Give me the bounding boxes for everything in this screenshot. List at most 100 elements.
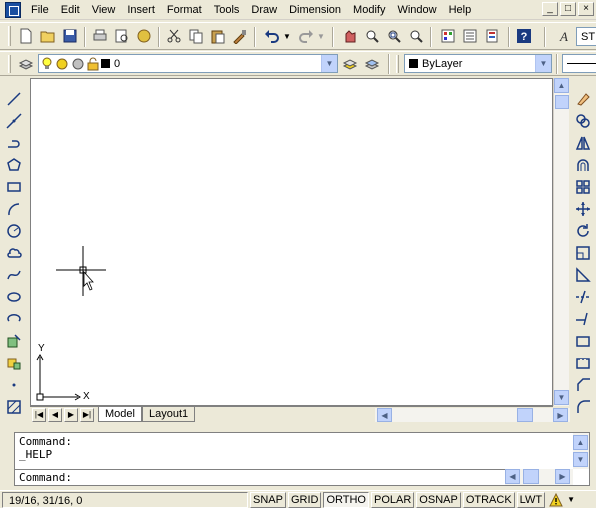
polyline-icon[interactable] bbox=[4, 133, 24, 153]
open-icon[interactable] bbox=[38, 26, 58, 46]
design-center-icon[interactable] bbox=[460, 26, 480, 46]
cut-icon[interactable] bbox=[164, 26, 184, 46]
match-properties-icon[interactable] bbox=[230, 26, 250, 46]
offset-icon[interactable] bbox=[573, 155, 593, 175]
menu-edit[interactable]: Edit bbox=[55, 0, 86, 20]
array-icon[interactable] bbox=[573, 177, 593, 197]
layer-manager-icon[interactable] bbox=[16, 54, 36, 74]
chamfer-icon[interactable] bbox=[573, 375, 593, 395]
menu-tools[interactable]: Tools bbox=[208, 0, 246, 20]
copy-object-icon[interactable] bbox=[573, 111, 593, 131]
point-icon[interactable] bbox=[4, 375, 24, 395]
vertical-scrollbar[interactable]: ▲ ▼ bbox=[553, 78, 569, 406]
toolbar-grip[interactable] bbox=[8, 55, 11, 73]
menu-draw[interactable]: Draw bbox=[245, 0, 283, 20]
mirror-icon[interactable] bbox=[573, 133, 593, 153]
drawing-canvas[interactable]: Y X bbox=[30, 78, 553, 406]
horizontal-scrollbar[interactable]: ◀ ▶ bbox=[375, 408, 570, 422]
revision-cloud-icon[interactable] bbox=[4, 243, 24, 263]
copy-icon[interactable] bbox=[186, 26, 206, 46]
last-tab-icon[interactable]: ▶| bbox=[80, 407, 94, 422]
scroll-right-arrow-icon[interactable]: ▶ bbox=[555, 469, 570, 484]
insert-block-icon[interactable] bbox=[4, 331, 24, 351]
command-line-input[interactable]: Command: bbox=[15, 469, 505, 485]
status-menu-chevron-icon[interactable]: ▼ bbox=[567, 495, 575, 504]
circle-icon[interactable] bbox=[4, 221, 24, 241]
trim-icon[interactable] bbox=[573, 287, 593, 307]
break-icon[interactable] bbox=[573, 331, 593, 351]
chevron-down-icon[interactable]: ▼ bbox=[321, 55, 337, 72]
minimize-button[interactable]: _ bbox=[542, 2, 558, 16]
join-icon[interactable] bbox=[573, 353, 593, 373]
menu-help[interactable]: Help bbox=[443, 0, 478, 20]
scroll-thumb[interactable] bbox=[523, 469, 539, 484]
redo-icon[interactable] bbox=[296, 26, 316, 46]
menu-file[interactable]: File bbox=[25, 0, 55, 20]
erase-icon[interactable] bbox=[573, 89, 593, 109]
toolbar-grip[interactable] bbox=[396, 55, 399, 73]
menu-insert[interactable]: Insert bbox=[121, 0, 161, 20]
scroll-thumb[interactable] bbox=[517, 408, 533, 422]
save-icon[interactable] bbox=[60, 26, 80, 46]
command-vertical-scrollbar[interactable]: ▲ ▼ bbox=[573, 433, 589, 469]
scroll-down-arrow-icon[interactable]: ▼ bbox=[554, 390, 569, 405]
next-tab-icon[interactable]: ▶ bbox=[64, 407, 78, 422]
hatch-icon[interactable] bbox=[4, 397, 24, 417]
arc-icon[interactable] bbox=[4, 199, 24, 219]
toolbar-grip[interactable] bbox=[8, 26, 11, 46]
color-combo[interactable]: ByLayer ▼ bbox=[404, 54, 552, 73]
publish-icon[interactable] bbox=[134, 26, 154, 46]
undo-icon[interactable] bbox=[262, 26, 282, 46]
tab-layout1[interactable]: Layout1 bbox=[141, 407, 196, 422]
text-style-icon[interactable]: A bbox=[554, 26, 574, 46]
construction-line-icon[interactable] bbox=[4, 111, 24, 131]
undo-dropdown-icon[interactable]: ▼ bbox=[282, 26, 292, 46]
snap-toggle[interactable]: SNAP bbox=[250, 491, 286, 508]
ortho-toggle[interactable]: ORTHO bbox=[323, 491, 369, 508]
first-tab-icon[interactable]: |◀ bbox=[32, 407, 46, 422]
previous-tab-icon[interactable]: ◀ bbox=[48, 407, 62, 422]
layer-combo[interactable]: 0 ▼ bbox=[38, 54, 338, 73]
ellipse-icon[interactable] bbox=[4, 287, 24, 307]
scroll-left-arrow-icon[interactable]: ◀ bbox=[377, 408, 392, 422]
app-icon[interactable] bbox=[5, 1, 21, 18]
line-icon[interactable] bbox=[4, 89, 24, 109]
stretch-icon[interactable] bbox=[573, 265, 593, 285]
help-icon[interactable]: ? bbox=[514, 26, 534, 46]
properties-icon[interactable] bbox=[438, 26, 458, 46]
pan-icon[interactable] bbox=[340, 26, 360, 46]
command-horizontal-scrollbar[interactable]: ◀ ▶ bbox=[505, 469, 573, 485]
layer-previous-icon[interactable] bbox=[362, 54, 382, 74]
rectangle-icon[interactable] bbox=[4, 177, 24, 197]
grid-toggle[interactable]: GRID bbox=[287, 491, 322, 508]
menu-modify[interactable]: Modify bbox=[347, 0, 391, 20]
close-button[interactable]: × bbox=[578, 2, 594, 16]
rotate-icon[interactable] bbox=[573, 221, 593, 241]
ellipse-arc-icon[interactable] bbox=[4, 309, 24, 329]
make-block-icon[interactable] bbox=[4, 353, 24, 373]
move-icon[interactable] bbox=[573, 199, 593, 219]
polar-toggle[interactable]: POLAR bbox=[371, 491, 415, 508]
print-icon[interactable] bbox=[90, 26, 110, 46]
chevron-down-icon[interactable]: ▼ bbox=[535, 55, 551, 72]
scale-icon[interactable] bbox=[573, 243, 593, 263]
menu-view[interactable]: View bbox=[86, 0, 122, 20]
scroll-right-arrow-icon[interactable]: ▶ bbox=[553, 408, 568, 422]
polygon-icon[interactable] bbox=[4, 155, 24, 175]
menu-format[interactable]: Format bbox=[161, 0, 208, 20]
new-icon[interactable] bbox=[16, 26, 36, 46]
zoom-realtime-icon[interactable] bbox=[362, 26, 382, 46]
menu-dimension[interactable]: Dimension bbox=[283, 0, 347, 20]
scroll-up-arrow-icon[interactable]: ▲ bbox=[573, 435, 588, 450]
lwt-toggle[interactable]: LWT bbox=[516, 491, 546, 508]
warning-icon[interactable] bbox=[548, 492, 564, 508]
text-style-combo[interactable]: ST bbox=[576, 27, 596, 46]
osnap-toggle[interactable]: OSNAP bbox=[416, 491, 461, 508]
redo-dropdown-icon[interactable]: ▼ bbox=[316, 26, 326, 46]
restore-button[interactable]: □ bbox=[560, 2, 576, 16]
coordinate-readout[interactable]: 19/16, 31/16, 0 bbox=[2, 491, 248, 508]
paste-icon[interactable] bbox=[208, 26, 228, 46]
zoom-window-icon[interactable] bbox=[384, 26, 404, 46]
make-layer-current-icon[interactable] bbox=[340, 54, 360, 74]
otrack-toggle[interactable]: OTRACK bbox=[462, 491, 515, 508]
